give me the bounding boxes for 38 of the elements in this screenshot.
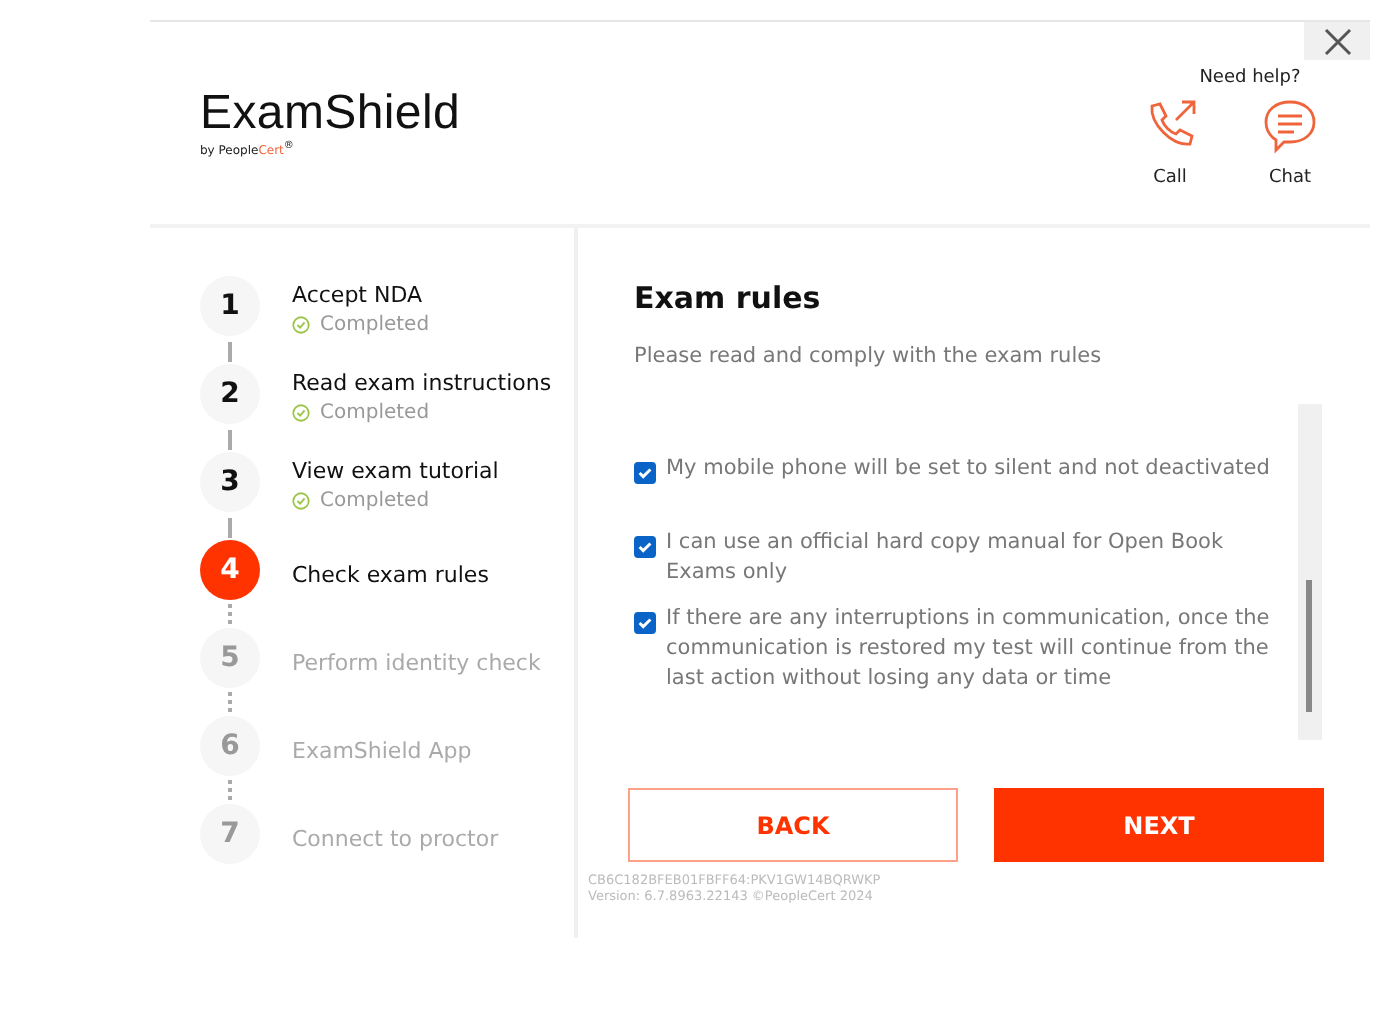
next-button[interactable]: NEXT bbox=[994, 788, 1324, 862]
step-status: Completed bbox=[320, 402, 430, 424]
call-button[interactable]: Call bbox=[1140, 96, 1200, 188]
rule-text: I can use an official hard copy manual for Open Book Exams only bbox=[666, 528, 1226, 588]
logo-text: ExamShield bbox=[200, 88, 461, 140]
step-number: 5 bbox=[200, 628, 260, 688]
step-status: Completed bbox=[320, 314, 430, 336]
step-number: 1 bbox=[200, 276, 260, 336]
step-number: 3 bbox=[200, 452, 260, 512]
check-circle-icon bbox=[292, 492, 310, 510]
step-status: Completed bbox=[320, 490, 430, 512]
close-icon bbox=[1323, 27, 1351, 55]
checkbox[interactable] bbox=[634, 462, 656, 484]
close-button[interactable] bbox=[1304, 22, 1370, 60]
help-title: Need help? bbox=[1199, 68, 1301, 88]
checkbox[interactable] bbox=[634, 612, 656, 634]
page-title: Exam rules bbox=[634, 280, 823, 316]
step-label: Perform identity check bbox=[292, 650, 541, 676]
rule-text: If there are any interruptions in communication, once the communication is restored my test will continue from the last action without losing any data or time bbox=[666, 604, 1272, 694]
chat-button[interactable]: Chat bbox=[1260, 96, 1320, 188]
checkbox[interactable] bbox=[634, 536, 656, 558]
page-subtitle: Please read and comply with the exam rules bbox=[634, 344, 1104, 368]
chat-bubble-icon bbox=[1260, 96, 1320, 156]
step-label: Check exam rules bbox=[292, 562, 489, 588]
back-button[interactable]: BACK bbox=[628, 788, 958, 862]
check-circle-icon bbox=[292, 404, 310, 422]
step-label: Accept NDA bbox=[292, 282, 425, 308]
step-number: 4 bbox=[200, 540, 260, 600]
check-circle-icon bbox=[292, 316, 310, 334]
step-number: 6 bbox=[200, 716, 260, 776]
step-label: ExamShield App bbox=[292, 738, 472, 764]
step-label: View exam tutorial bbox=[292, 458, 499, 484]
rule-text: My mobile phone will be set to silent and not deactivated bbox=[666, 454, 1270, 484]
step-number: 2 bbox=[200, 364, 260, 424]
step-number: 7 bbox=[200, 804, 260, 864]
step-label: Read exam instructions bbox=[292, 370, 552, 396]
scrollbar[interactable] bbox=[1298, 404, 1322, 740]
step-label: Connect to proctor bbox=[292, 826, 499, 852]
